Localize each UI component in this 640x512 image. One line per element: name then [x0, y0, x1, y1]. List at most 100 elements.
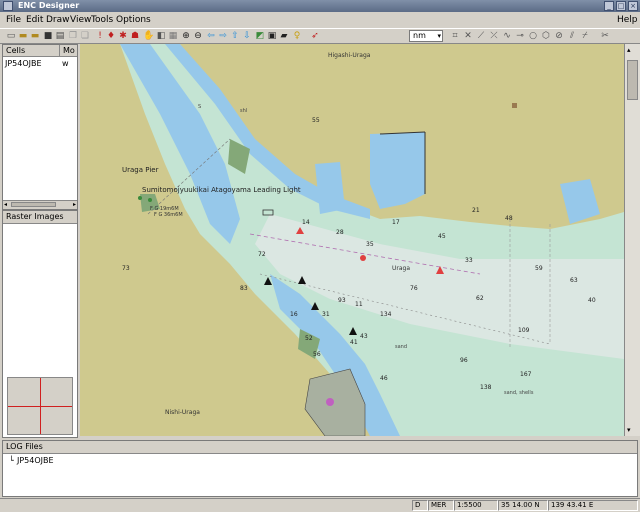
- measure-icon[interactable]: ➶: [310, 31, 320, 41]
- status-scale: 1:5500: [454, 500, 498, 511]
- depth-sounding: 83: [240, 285, 248, 292]
- draw-polygon-icon[interactable]: ⬡: [541, 31, 551, 41]
- depth-sounding: 93: [338, 297, 346, 304]
- scroll-thumb[interactable]: [11, 202, 56, 207]
- harbour-basin: [370, 132, 425, 209]
- copy-icon[interactable]: ❐: [68, 31, 78, 41]
- cells-column-header[interactable]: Cells: [3, 45, 60, 57]
- pan-down-icon[interactable]: ⇩: [242, 31, 252, 41]
- overview-crosshair-h: [8, 406, 72, 407]
- chevron-down-icon: ▾: [437, 32, 441, 40]
- anchorage-symbol: [326, 398, 334, 406]
- tool-select-icon[interactable]: ◧: [156, 31, 166, 41]
- overview-map[interactable]: [7, 377, 73, 435]
- menu-draw[interactable]: Draw: [46, 14, 70, 26]
- scroll-down-icon[interactable]: ▾: [627, 426, 631, 434]
- open-folder-icon[interactable]: ▬: [18, 31, 28, 41]
- cells-panel: Cells Mo JP54OJBE w ◂ ▸: [2, 44, 78, 210]
- draw-tool-6-icon[interactable]: ⊸: [515, 31, 525, 41]
- raster-icon[interactable]: ▣: [267, 31, 277, 41]
- status-latitude: 35 14.00 N: [498, 500, 548, 511]
- cell-mode[interactable]: w: [62, 59, 69, 69]
- depth-sounding: 21: [472, 207, 480, 214]
- draw-tool-3-icon[interactable]: ⟋: [476, 31, 486, 41]
- seabed-label: sand: [395, 344, 407, 350]
- tool-red-3-icon[interactable]: ✱: [118, 31, 128, 41]
- tool-hand-icon[interactable]: ✋: [143, 31, 154, 41]
- depth-sounding: 14: [302, 219, 310, 226]
- layer-icon[interactable]: ◩: [255, 31, 265, 41]
- draw-tool-4-icon[interactable]: ⤫: [489, 31, 499, 41]
- unit-select[interactable]: nm ▾: [409, 30, 443, 42]
- cut-icon[interactable]: ✂: [600, 31, 610, 41]
- place-label: Higashi-Uraga: [328, 52, 371, 59]
- menu-edit[interactable]: Edit: [26, 14, 43, 26]
- tool-red-2-icon[interactable]: ♦: [106, 31, 116, 41]
- zoom-out-icon[interactable]: ⊖: [193, 31, 203, 41]
- depth-sounding: 134: [380, 311, 392, 318]
- map-vscrollbar[interactable]: ▴ ▾: [624, 44, 640, 436]
- print-icon[interactable]: ▤: [55, 31, 65, 41]
- menu-file[interactable]: File: [6, 14, 21, 26]
- log-file-item[interactable]: JP54OJBE: [17, 456, 54, 466]
- draw-tool-9-icon[interactable]: ⊘: [554, 31, 564, 41]
- save-icon[interactable]: ■: [43, 31, 53, 41]
- menu-tools[interactable]: Tools: [91, 14, 113, 26]
- raster-2-icon[interactable]: ▰: [279, 31, 289, 41]
- maximize-button[interactable]: □: [616, 1, 626, 11]
- draw-circle-icon[interactable]: ○: [528, 31, 538, 41]
- mode-column-header[interactable]: Mo: [60, 45, 77, 57]
- pan-up-icon[interactable]: ⇧: [230, 31, 240, 41]
- menu-options[interactable]: Options: [116, 14, 151, 26]
- close-button[interactable]: ×: [628, 1, 638, 11]
- draw-tool-2-icon[interactable]: ✕: [463, 31, 473, 41]
- app-icon: [3, 1, 13, 11]
- info-icon[interactable]: ♀: [292, 31, 302, 41]
- new-file-icon[interactable]: ▭: [6, 31, 16, 41]
- light-green-2: [148, 198, 152, 202]
- scroll-thumb[interactable]: [627, 60, 638, 100]
- menu-help[interactable]: Help: [617, 14, 638, 26]
- window-titlebar: ENC Designer _ □ ×: [0, 0, 640, 12]
- scroll-right-icon[interactable]: ▸: [73, 201, 76, 208]
- scroll-left-icon[interactable]: ◂: [4, 201, 7, 208]
- paste-icon[interactable]: ❏: [80, 31, 90, 41]
- depth-sounding: 52: [305, 335, 313, 342]
- chart-canvas[interactable]: Higashi-Uraga Uraga Pier Sumitomojyuukik…: [80, 44, 624, 436]
- depth-sounding: 31: [322, 311, 330, 318]
- depth-sounding: 33: [465, 257, 473, 264]
- depth-sounding: 40: [588, 297, 596, 304]
- status-longitude: 139 43.41 E: [548, 500, 638, 511]
- draw-tool-11-icon[interactable]: ⌿: [580, 31, 590, 41]
- open-recent-icon[interactable]: ▬: [30, 31, 40, 41]
- tool-grid-icon[interactable]: ▦: [168, 31, 178, 41]
- tool-red-1-icon[interactable]: !: [95, 31, 105, 41]
- draw-tool-10-icon[interactable]: ⫽: [567, 31, 577, 41]
- light-label: F G 36m6M: [154, 212, 183, 218]
- menu-view[interactable]: View: [70, 14, 91, 26]
- depth-sounding: 63: [570, 277, 578, 284]
- place-label: Nishi-Uraga: [165, 409, 200, 416]
- pan-right-icon[interactable]: ⇨: [218, 31, 228, 41]
- cells-hscrollbar[interactable]: ◂ ▸: [3, 200, 77, 209]
- depth-sounding: 73: [122, 265, 130, 272]
- minimize-button[interactable]: _: [604, 1, 614, 11]
- draw-tool-1-icon[interactable]: ⌗: [450, 31, 460, 41]
- depth-sounding: 76: [410, 285, 418, 292]
- cell-name[interactable]: JP54OJBE: [5, 59, 42, 69]
- depth-sounding: 167: [520, 371, 532, 378]
- place-label: Sumitomojyuukikai Atagoyama Leading Ligh…: [142, 186, 301, 194]
- depth-sounding: 17: [392, 219, 400, 226]
- seabed-label: S: [198, 104, 201, 110]
- depth-sounding: 109: [518, 327, 530, 334]
- menu-bar: File Edit Draw View Tools Options Help: [0, 12, 640, 28]
- draw-tool-5-icon[interactable]: ∿: [502, 31, 512, 41]
- depth-sounding: 72: [258, 251, 266, 258]
- landmark-square: [512, 103, 517, 108]
- tool-red-4-icon[interactable]: ☗: [130, 31, 140, 41]
- nautical-chart[interactable]: Higashi-Uraga Uraga Pier Sumitomojyuukik…: [80, 44, 624, 436]
- pan-left-icon[interactable]: ⇦: [206, 31, 216, 41]
- log-files-header: LOG Files: [3, 441, 637, 454]
- scroll-up-icon[interactable]: ▴: [627, 46, 631, 54]
- zoom-in-icon[interactable]: ⊕: [181, 31, 191, 41]
